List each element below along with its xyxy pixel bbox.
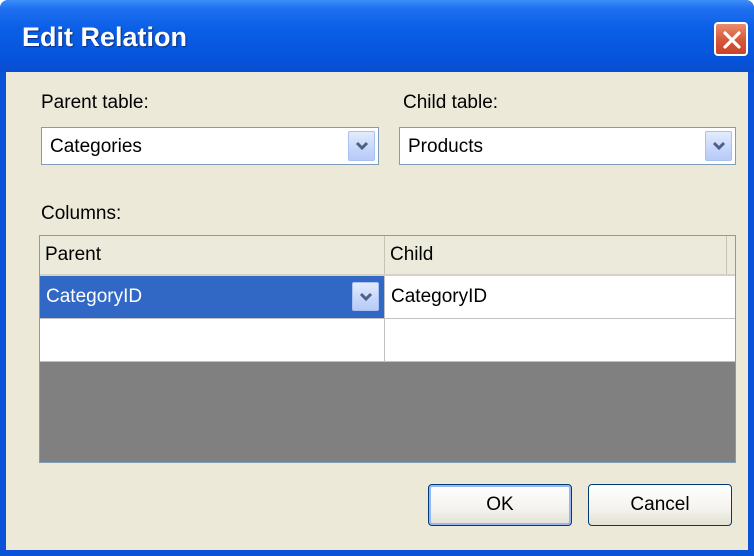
child-table-select[interactable]: Products [399,127,736,165]
columns-grid[interactable]: Parent Child CategoryID CategoryID [39,235,736,463]
ok-button[interactable]: OK [428,484,572,526]
parent-table-label: Parent table: [41,92,149,113]
columns-label: Columns: [41,203,122,224]
dialog-title: Edit Relation [22,22,188,52]
parent-column-cell[interactable] [40,319,385,361]
close-icon [723,31,741,49]
grid-header: Parent Child [40,236,735,276]
table-row[interactable]: CategoryID CategoryID [40,276,735,319]
edit-relation-dialog: Edit Relation Parent table: Categories C… [0,0,754,556]
child-column-cell[interactable] [385,319,735,361]
parent-table-select[interactable]: Categories [41,127,379,165]
parent-table-value: Categories [50,136,142,157]
cancel-button[interactable]: Cancel [588,484,732,526]
title-bar[interactable]: Edit Relation [0,0,754,72]
parent-column-dropdown-button[interactable] [352,282,379,311]
child-column-cell[interactable]: CategoryID [385,276,735,318]
close-button[interactable] [714,22,748,56]
chevron-down-icon [359,292,373,302]
column-header-child[interactable]: Child [385,236,727,274]
table-row[interactable] [40,319,735,362]
chevron-down-icon [355,141,369,151]
child-table-label: Child table: [403,92,499,113]
chevron-down-icon [712,141,726,151]
child-column-value: CategoryID [391,286,488,307]
parent-column-cell[interactable]: CategoryID [40,276,385,318]
column-header-parent[interactable]: Parent [40,236,385,274]
parent-column-value: CategoryID [46,286,143,307]
child-table-value: Products [408,136,483,157]
child-table-dropdown-button[interactable] [705,131,732,161]
dialog-body: Parent table: Categories Child table: Pr… [6,72,748,550]
parent-table-dropdown-button[interactable] [348,131,375,161]
